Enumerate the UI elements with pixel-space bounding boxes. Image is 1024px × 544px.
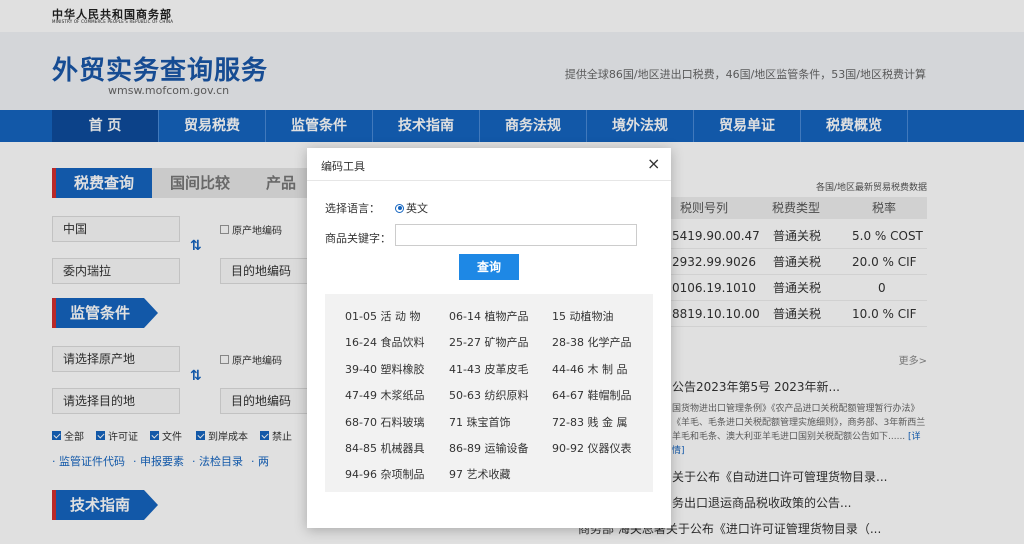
chapter-link[interactable]: 68-70 石料玻璃 <box>345 414 424 430</box>
chapter-link[interactable]: 84-85 机械器具 <box>345 440 424 456</box>
code-tool-dialog: 编码工具 × 选择语言： 英文 商品关键字： 查询 01-05 活 动 物 06… <box>307 148 671 528</box>
keyword-input[interactable] <box>395 224 637 246</box>
chapter-link[interactable]: 47-49 木浆纸品 <box>345 387 424 403</box>
radio-selected-icon <box>395 203 404 213</box>
language-radio-english[interactable]: 英文 <box>395 200 428 216</box>
chapter-link[interactable]: 25-27 矿物产品 <box>449 334 528 350</box>
page: 中华人民共和国商务部 MINISTRY OF COMMERCE PEOPLE'S… <box>0 0 1024 544</box>
dialog-divider <box>307 180 671 181</box>
chapter-link[interactable]: 50-63 纺织原料 <box>449 387 528 403</box>
chapter-link[interactable]: 97 艺术收藏 <box>449 466 511 482</box>
query-button[interactable]: 查询 <box>459 254 519 280</box>
chapter-link[interactable]: 44-46 木 制 品 <box>552 361 627 377</box>
chapter-link[interactable]: 86-89 运输设备 <box>449 440 528 456</box>
keyword-label: 商品关键字： <box>325 232 391 245</box>
chapter-link[interactable]: 16-24 食品饮料 <box>345 334 424 350</box>
language-option-label: 英文 <box>406 202 428 215</box>
chapter-link[interactable]: 71 珠宝首饰 <box>449 414 511 430</box>
chapter-link[interactable]: 64-67 鞋帽制品 <box>552 387 631 403</box>
language-label: 选择语言： <box>325 202 380 215</box>
chapter-link[interactable]: 94-96 杂项制品 <box>345 466 424 482</box>
chapter-link[interactable]: 39-40 塑料橡胶 <box>345 361 424 377</box>
dialog-title: 编码工具 <box>321 160 365 173</box>
chapter-grid: 01-05 活 动 物 06-14 植物产品 15 动植物油 16-24 食品饮… <box>325 294 653 492</box>
chapter-link[interactable]: 01-05 活 动 物 <box>345 308 420 324</box>
chapter-link[interactable]: 41-43 皮革皮毛 <box>449 361 528 377</box>
chapter-link[interactable]: 06-14 植物产品 <box>449 308 528 324</box>
chapter-link[interactable]: 15 动植物油 <box>552 308 614 324</box>
chapter-link[interactable]: 28-38 化学产品 <box>552 334 631 350</box>
close-icon[interactable]: × <box>647 154 660 173</box>
chapter-link[interactable]: 72-83 贱 金 属 <box>552 414 627 430</box>
chapter-link[interactable]: 90-92 仪器仪表 <box>552 440 631 456</box>
